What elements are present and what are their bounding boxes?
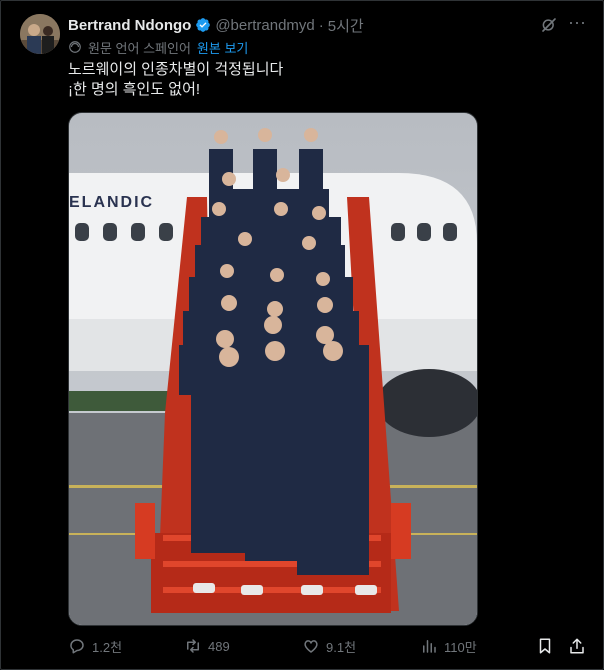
translation-label: 원문 언어 스페인어 [88,40,191,56]
reply-button[interactable]: 1.2천 [68,637,122,656]
globe-icon [69,41,81,53]
views-button[interactable]: 110만 [420,637,477,656]
like-count: 9.1천 [326,639,357,655]
avatar[interactable] [20,14,60,54]
share-icon [570,638,584,654]
author-name[interactable]: Bertrand Ndongo [68,17,191,34]
author-handle[interactable]: @bertrandmyd [215,17,314,34]
more-icon[interactable]: ··· [566,13,588,36]
avatar-image [20,14,60,54]
heart-icon [304,640,318,653]
reply-icon [70,639,84,654]
tweet-media[interactable]: ELANDIC [68,112,478,626]
views-icon [423,640,436,653]
like-button[interactable]: 9.1천 [302,637,356,656]
tweet-line-2: ¡한 명의 흑인도 없어! [68,81,201,98]
tweet-header: Bertrand Ndongo @bertrandmyd · 5시간 [68,14,584,36]
reply-count: 1.2천 [92,639,123,655]
grok-icon[interactable] [540,16,558,34]
retweet-icon [187,639,199,653]
bookmark-icon [539,638,551,654]
tweet-actions: 1.2천 489 9.1천 110만 [68,632,586,660]
team-photo: ELANDIC [69,113,477,625]
bookmark-button[interactable] [536,637,554,655]
share-button[interactable] [568,637,586,655]
verified-badge-icon [196,18,211,32]
timestamp[interactable]: 5시간 [328,15,364,36]
retweet-button[interactable]: 489 [184,637,230,655]
separator-dot: · [318,16,324,34]
translation-info: 원문 언어 스페인어 원본 보기 [68,38,248,56]
tweet-text: 노르웨이의 인종차별이 걱정됩니다 ¡한 명의 흑인도 없어! [68,60,578,100]
show-original-link[interactable]: 원본 보기 [197,38,248,57]
retweet-count: 489 [208,638,230,654]
plane-text: ELANDIC [69,194,154,211]
view-count: 110만 [444,639,477,655]
tweet-line-1: 노르웨이의 인종차별이 걱정됩니다 [68,61,284,78]
